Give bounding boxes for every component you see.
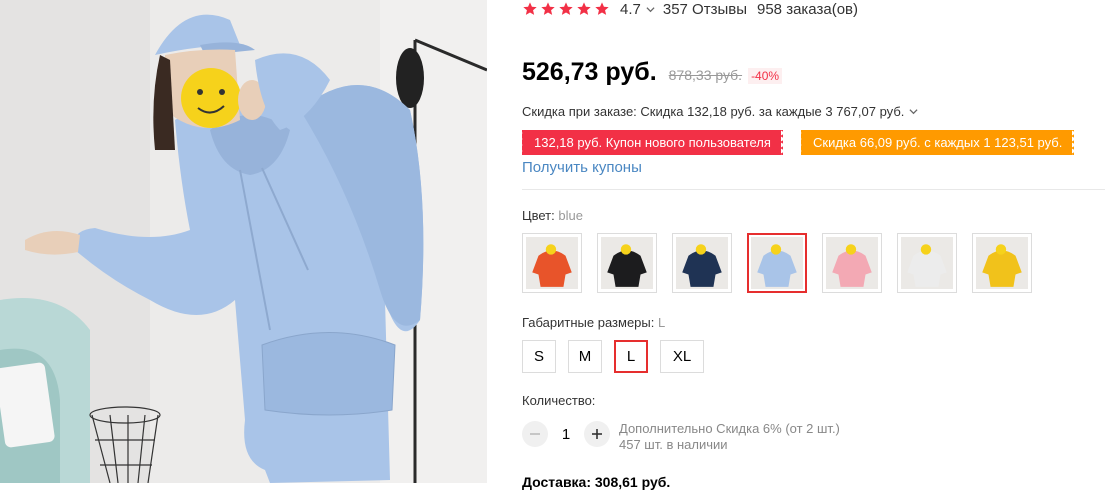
store-discount-coupon[interactable]: Скидка 66,09 руб. с каждых 1 123,51 руб. <box>798 130 1077 155</box>
get-coupons-link[interactable]: Получить купоны <box>522 159 642 176</box>
star-icon <box>577 2 591 15</box>
color-swatch-blue[interactable] <box>747 233 807 293</box>
quantity-label: Количество: <box>522 393 596 408</box>
color-swatch-yellow[interactable] <box>972 233 1032 293</box>
old-price: 878,33 руб. <box>668 67 743 83</box>
color-swatch-orange[interactable] <box>522 233 582 293</box>
size-selected-value: L <box>657 315 666 330</box>
color-swatch-white[interactable] <box>897 233 957 293</box>
size-options: S M L XL <box>522 340 716 373</box>
rating-value[interactable]: 4.7 <box>620 1 641 18</box>
size-option-m[interactable]: M <box>568 340 602 373</box>
new-user-coupon[interactable]: 132,18 руб. Купон нового пользователя <box>520 130 785 155</box>
product-main-image[interactable] <box>0 0 487 483</box>
color-label: Цвет: blue <box>522 208 583 223</box>
rating-stars <box>522 1 610 17</box>
discount-badge: -40% <box>748 68 783 84</box>
swatch-thumbnail <box>601 237 653 289</box>
color-swatch-navy[interactable] <box>672 233 732 293</box>
delivery-cost: Доставка: 308,61 руб. <box>522 474 671 490</box>
stock-text: 457 шт. в наличии <box>619 437 728 452</box>
product-info-panel: 4.7 357 Отзывы 958 заказа(ов) 526,73 руб… <box>520 0 1105 490</box>
swatch-thumbnail <box>676 237 728 289</box>
minus-icon <box>530 433 540 435</box>
plus-icon <box>592 429 602 439</box>
size-option-xl[interactable]: XL <box>660 340 704 373</box>
order-discount-text: Скидка при заказе: Скидка 132,18 руб. за… <box>522 104 905 119</box>
increase-quantity-button[interactable] <box>584 421 610 447</box>
size-option-s[interactable]: S <box>522 340 556 373</box>
order-discount[interactable]: Скидка при заказе: Скидка 132,18 руб. за… <box>522 104 918 119</box>
color-swatches <box>522 233 1047 293</box>
quantity-stepper: 1 <box>522 421 610 447</box>
color-swatch-pink[interactable] <box>822 233 882 293</box>
color-label-text: Цвет: <box>522 208 555 223</box>
decrease-quantity-button[interactable] <box>522 421 548 447</box>
swatch-thumbnail <box>976 237 1028 289</box>
color-swatch-black[interactable] <box>597 233 657 293</box>
divider <box>522 189 1105 190</box>
chevron-down-icon[interactable] <box>909 107 918 116</box>
star-icon <box>541 2 555 15</box>
price-row: 526,73 руб. 878,33 руб. -40% <box>522 58 783 87</box>
size-label: Габаритные размеры: L <box>522 315 665 330</box>
swatch-thumbnail <box>751 237 803 289</box>
current-price: 526,73 руб. <box>522 58 657 86</box>
orders-count: 958 заказа(ов) <box>757 0 859 18</box>
rating-row: 4.7 357 Отзывы 958 заказа(ов) <box>522 0 858 20</box>
size-label-text: Габаритные размеры: <box>522 315 655 330</box>
star-icon <box>523 2 537 15</box>
swatch-thumbnail <box>901 237 953 289</box>
swatch-thumbnail <box>826 237 878 289</box>
star-icon <box>559 2 573 15</box>
size-option-l[interactable]: L <box>614 340 648 373</box>
reviews-link[interactable]: 357 Отзывы <box>663 1 747 18</box>
extra-discount-text: Дополнительно Скидка 6% (от 2 шт.) <box>619 421 840 436</box>
quantity-info: Дополнительно Скидка 6% (от 2 шт.) 457 ш… <box>619 421 840 453</box>
swatch-thumbnail <box>526 237 578 289</box>
star-icon <box>595 2 609 15</box>
chevron-down-icon[interactable] <box>646 5 655 14</box>
color-selected-value: blue <box>558 208 583 223</box>
quantity-value[interactable]: 1 <box>548 426 584 443</box>
